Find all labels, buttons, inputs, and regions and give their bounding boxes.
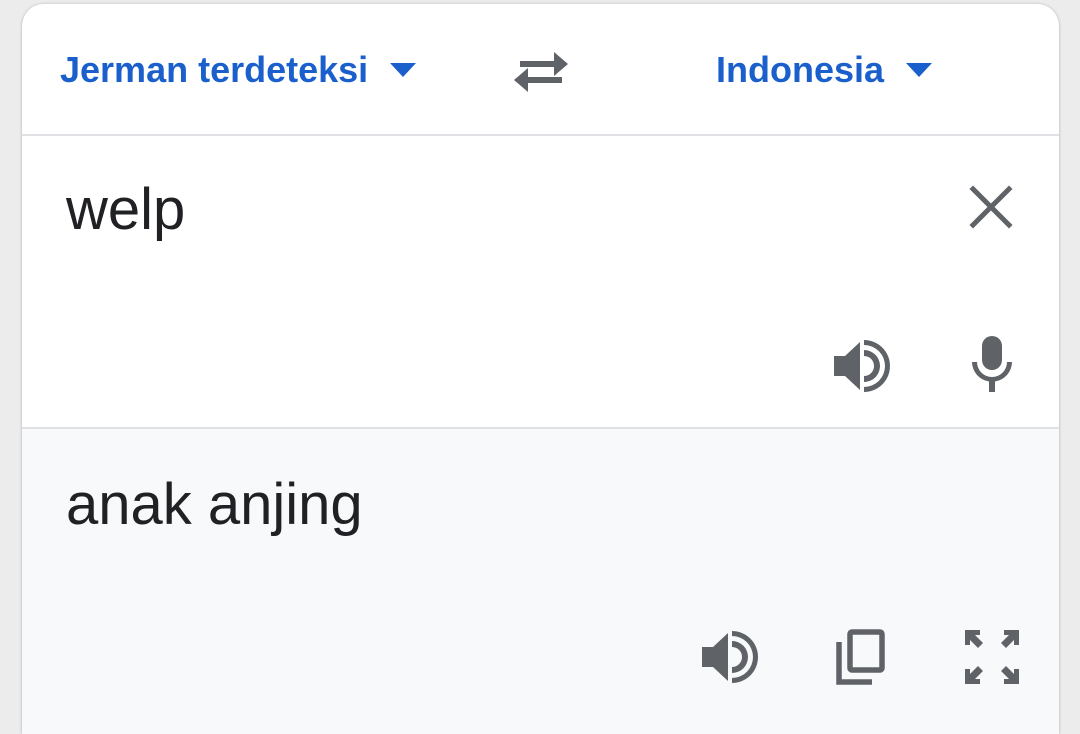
fullscreen-icon[interactable] xyxy=(962,627,1022,687)
translated-text: anak anjing xyxy=(66,472,363,537)
volume-icon[interactable] xyxy=(830,336,890,396)
language-bar: Jerman terdeteksi Indonesia xyxy=(22,4,1059,136)
swap-arrows-icon[interactable] xyxy=(512,50,570,94)
source-text[interactable]: welp xyxy=(66,176,185,243)
translate-card: Jerman terdeteksi Indonesia welp anak an… xyxy=(22,4,1059,734)
microphone-icon[interactable] xyxy=(962,334,1022,394)
target-language-selector[interactable]: Indonesia xyxy=(716,48,933,92)
source-input-pane[interactable]: welp xyxy=(22,136,1059,429)
translation-output-pane: anak anjing xyxy=(22,429,1059,734)
volume-icon[interactable] xyxy=(698,627,758,687)
source-language-selector[interactable]: Jerman terdeteksi xyxy=(60,48,417,92)
caret-down-icon xyxy=(906,63,933,77)
close-icon[interactable] xyxy=(968,184,1014,230)
caret-down-icon xyxy=(390,63,417,77)
target-language-label: Indonesia xyxy=(716,49,885,90)
source-language-label: Jerman terdeteksi xyxy=(60,49,369,90)
copy-icon[interactable] xyxy=(830,627,890,687)
